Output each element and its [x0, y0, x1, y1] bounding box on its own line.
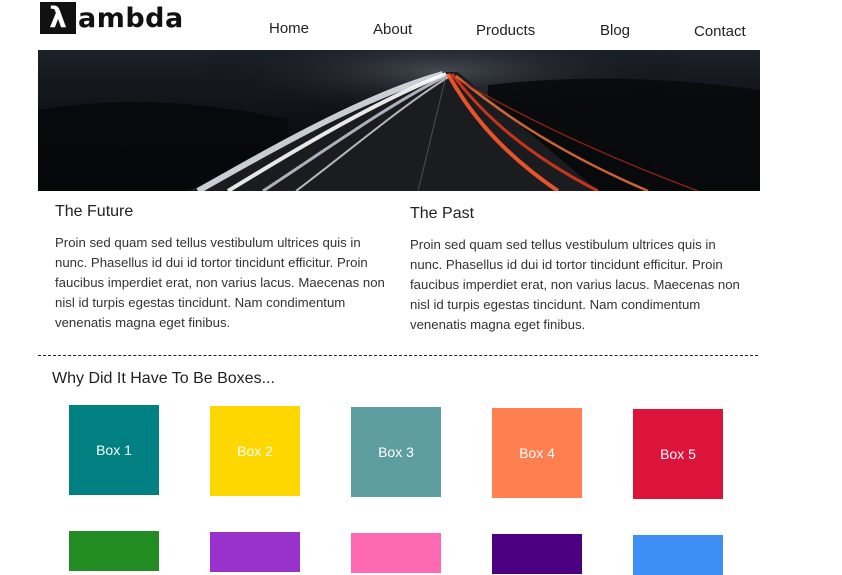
- box-1: Box 1: [69, 405, 159, 495]
- column-future: The Future Proin sed quam sed tellus ves…: [55, 203, 390, 333]
- box-7: [210, 532, 300, 572]
- box-10: [633, 535, 723, 575]
- lambda-logo-mark: λ: [40, 2, 76, 34]
- box-5: Box 5: [633, 409, 723, 499]
- box-6: [69, 531, 159, 571]
- column-title: The Past: [410, 205, 475, 222]
- nav-contact[interactable]: Contact: [694, 23, 746, 40]
- nav-products[interactable]: Products: [476, 22, 535, 39]
- section-title: Why Did It Have To Be Boxes...: [52, 370, 275, 387]
- column-body: Proin sed quam sed tellus vestibulum ult…: [55, 235, 385, 330]
- hero-image: [38, 50, 760, 191]
- nav-home[interactable]: Home: [269, 20, 309, 37]
- nav-about[interactable]: About: [373, 21, 412, 38]
- column-body: Proin sed quam sed tellus vestibulum ult…: [410, 237, 740, 332]
- brand-name: ambda: [78, 2, 184, 34]
- highway-light-trails-image: [38, 50, 760, 191]
- box-2: Box 2: [210, 406, 300, 496]
- column-past: The Past Proin sed quam sed tellus vesti…: [410, 205, 745, 335]
- box-9: [492, 534, 582, 574]
- box-3: Box 3: [351, 407, 441, 497]
- brand-logo[interactable]: λ ambda: [40, 1, 184, 35]
- dashed-divider: [38, 355, 758, 356]
- box-4: Box 4: [492, 408, 582, 498]
- column-title: The Future: [55, 203, 134, 220]
- nav-blog[interactable]: Blog: [600, 22, 630, 39]
- box-8: [351, 533, 441, 573]
